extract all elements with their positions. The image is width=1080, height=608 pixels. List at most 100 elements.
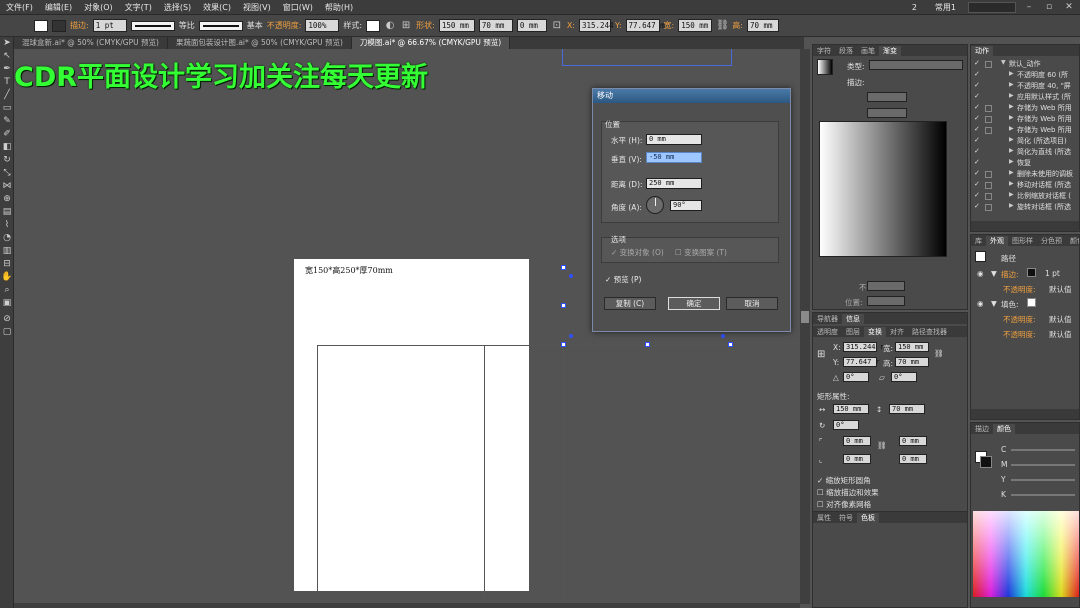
menu-help[interactable]: 帮助(H) xyxy=(319,2,359,13)
opacity-field[interactable]: 100% xyxy=(305,19,340,32)
tab-layers[interactable]: 图层 xyxy=(842,327,864,337)
selection-handle[interactable] xyxy=(561,265,566,270)
shape-height-field[interactable]: 70 mm xyxy=(478,19,513,32)
tab-document-3[interactable]: 刀模图.ai* @ 66.67% (CMYK/GPU 预览) xyxy=(351,37,511,49)
action-enabled-icon[interactable]: ✓ xyxy=(974,114,981,122)
tab-attributes[interactable]: 属性 xyxy=(813,513,835,523)
action-dialog-toggle[interactable] xyxy=(985,116,992,123)
collapsed-triangle-icon[interactable]: ▶ xyxy=(1009,202,1014,209)
scale-corners-checkbox[interactable]: ✓ 缩放矩形圆角 xyxy=(817,475,871,486)
scale-strokes-checkbox[interactable]: ☐ 缩放描边和效果 xyxy=(817,487,879,498)
preview-checkbox[interactable]: ✓ 预览 (P) xyxy=(605,274,641,285)
tab-navigator[interactable]: 导航器 xyxy=(813,314,842,324)
angle-dial-icon[interactable] xyxy=(646,196,664,214)
shape-width-field[interactable]: 150 mm xyxy=(438,19,475,32)
expand-fill-icon[interactable]: ▼ xyxy=(991,299,997,308)
rectangle-tool-icon[interactable]: ▭ xyxy=(0,102,14,115)
appearance-stroke-label[interactable]: 描边: xyxy=(1001,269,1019,280)
selection-handle[interactable] xyxy=(561,303,566,308)
graph-tool-icon[interactable]: ▥ xyxy=(0,245,14,258)
collapsed-triangle-icon[interactable]: ▶ xyxy=(1009,191,1014,198)
opacity-label[interactable]: 不透明度: xyxy=(267,20,302,31)
rect-width-field[interactable]: 150 mm xyxy=(833,404,869,414)
tab-brushes[interactable]: 画笔 xyxy=(857,46,879,56)
tab-pathfinder[interactable]: 路径查找器 xyxy=(908,327,951,337)
channel-k-slider[interactable] xyxy=(1011,494,1075,496)
stroke-color-swatch[interactable] xyxy=(980,456,992,468)
gradient-position-field[interactable] xyxy=(867,296,905,306)
line-tool-icon[interactable]: ╱ xyxy=(0,89,14,102)
action-enabled-icon[interactable]: ✓ xyxy=(974,59,981,67)
fill-swatch[interactable] xyxy=(34,19,48,32)
list-item[interactable]: ✓ ▶ 恢复 xyxy=(971,158,1079,169)
fill-opacity-label[interactable]: 不透明度: xyxy=(1003,314,1036,325)
action-enabled-icon[interactable]: ✓ xyxy=(974,180,981,188)
action-dialog-toggle[interactable] xyxy=(985,204,992,211)
shape-builder-tool-icon[interactable]: ⊕ xyxy=(0,193,14,206)
menu-edit[interactable]: 编辑(E) xyxy=(39,2,78,13)
channel-y-slider[interactable] xyxy=(1011,479,1075,481)
action-enabled-icon[interactable]: ✓ xyxy=(974,191,981,199)
corner-tl-field[interactable]: 0 mm xyxy=(843,436,871,446)
transform-grid-icon[interactable]: ⊡ xyxy=(551,20,563,32)
menu-view[interactable]: 视图(V) xyxy=(237,2,277,13)
tab-document-1[interactable]: 混球盒新.ai* @ 50% (CMYK/GPU 预览) xyxy=(14,37,168,49)
stroke-opacity-label[interactable]: 不透明度: xyxy=(1003,284,1036,295)
fill-stroke-icon[interactable]: ▣ xyxy=(0,297,14,313)
tab-color-picker[interactable]: 颜色 xyxy=(993,423,1015,434)
vertical-scrollbar[interactable] xyxy=(800,49,810,604)
action-dialog-toggle[interactable] xyxy=(985,105,992,112)
screen-mode-icon[interactable]: ▢ xyxy=(0,326,14,339)
none-color-icon[interactable]: ⊘ xyxy=(0,313,14,326)
vertical-input[interactable]: -50 mm xyxy=(646,152,702,163)
collapsed-triangle-icon[interactable]: ▶ xyxy=(1009,180,1014,187)
shape-label[interactable]: 形状: xyxy=(416,20,435,31)
tf-y-field[interactable]: 77.647 r xyxy=(843,357,880,367)
corner-widget[interactable] xyxy=(569,274,573,278)
graphic-style-swatch[interactable] xyxy=(366,19,381,32)
tab-document-2[interactable]: 果蔬面包装设计图.ai* @ 50% (CMYK/GPU 预览) xyxy=(168,37,352,49)
collapsed-triangle-icon[interactable]: ▶ xyxy=(1009,70,1014,77)
action-dialog-toggle[interactable] xyxy=(985,61,992,68)
list-item[interactable]: ✓ ▶ 存储为 Web 所用 xyxy=(971,125,1079,136)
list-item[interactable]: ✓ ▶ 简化为直线 (所选 xyxy=(971,147,1079,158)
tab-transparency[interactable]: 透明度 xyxy=(813,327,842,337)
align-icon[interactable]: ⊞ xyxy=(400,20,412,32)
action-dialog-toggle[interactable] xyxy=(985,182,992,189)
tab-actions[interactable]: 动作 xyxy=(971,45,993,56)
tf-x-field[interactable]: 315.244 r xyxy=(843,342,884,352)
menu-window[interactable]: 窗口(W) xyxy=(277,2,319,13)
action-enabled-icon[interactable]: ✓ xyxy=(974,136,981,144)
appearance-fill-label[interactable]: 填色: xyxy=(1001,299,1019,310)
tab-character[interactable]: 字符 xyxy=(813,46,835,56)
menu-select[interactable]: 选择(S) xyxy=(158,2,197,13)
tab-align[interactable]: 对齐 xyxy=(886,327,908,337)
list-item[interactable]: ✓ ▶ 存储为 Web 所用 xyxy=(971,103,1079,114)
eyedropper-tool-icon[interactable]: ⌇ xyxy=(0,219,14,232)
close-icon[interactable]: ✕ xyxy=(1062,2,1076,13)
expand-stroke-icon[interactable]: ▼ xyxy=(991,269,997,278)
appearance-stroke-swatch[interactable] xyxy=(1027,268,1036,277)
action-dialog-toggle[interactable] xyxy=(985,127,992,134)
help-search-input[interactable] xyxy=(968,2,1016,13)
action-enabled-icon[interactable]: ✓ xyxy=(974,169,981,177)
action-enabled-icon[interactable]: ✓ xyxy=(974,103,981,111)
tab-appearance[interactable]: 外观 xyxy=(986,235,1008,246)
action-enabled-icon[interactable]: ✓ xyxy=(974,202,981,210)
list-item[interactable]: ✓ ▶ 存储为 Web 所用 xyxy=(971,114,1079,125)
link-corners-icon[interactable]: ⛓ xyxy=(877,441,887,450)
collapsed-triangle-icon[interactable]: ▶ xyxy=(1009,103,1014,110)
transform-objects-checkbox[interactable]: ✓ 变换对象 (O) xyxy=(611,247,664,258)
list-item[interactable]: ✓ ▶ 删除未使用的调板 xyxy=(971,169,1079,180)
recolor-icon[interactable]: ◐ xyxy=(384,20,396,32)
artboard-tool-icon[interactable]: ⊟ xyxy=(0,258,14,271)
collapsed-triangle-icon[interactable]: ▶ xyxy=(1009,147,1014,154)
tf-shear-field[interactable]: 0° xyxy=(891,372,917,382)
collapsed-triangle-icon[interactable]: ▶ xyxy=(1009,114,1014,121)
list-item[interactable]: ✓ ▶ 旋转对话框 (所选 xyxy=(971,202,1079,213)
menu-type[interactable]: 文字(T) xyxy=(119,2,158,13)
gradient-angle-field[interactable] xyxy=(867,92,907,102)
action-set-row[interactable]: ✓ ▼ 默认_动作 xyxy=(971,59,1079,70)
ok-button[interactable]: 确定 xyxy=(668,297,720,310)
stroke-swatch[interactable] xyxy=(52,19,66,32)
